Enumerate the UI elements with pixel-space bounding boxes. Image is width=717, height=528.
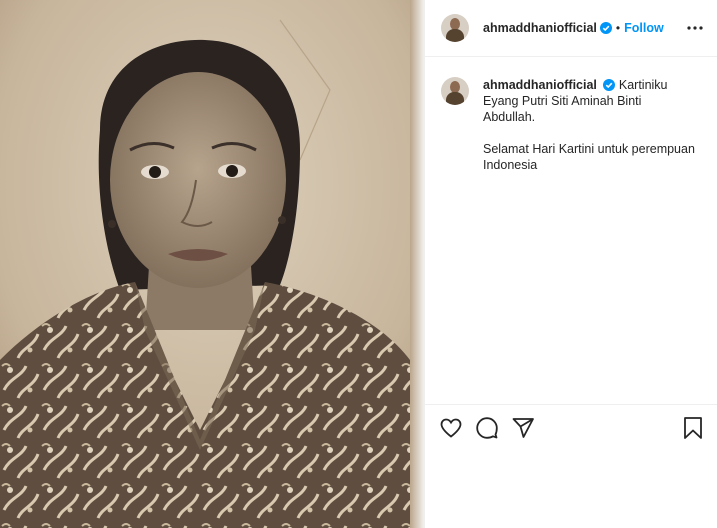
caption-username[interactable]: ahmaddhaniofficial (483, 78, 597, 92)
verified-badge-icon (603, 79, 616, 91)
photo-edge (410, 0, 424, 528)
post-caption: ahmaddhaniofficial Kartiniku Eyang Putri… (425, 57, 717, 173)
more-options-icon[interactable] (685, 18, 705, 38)
comment-icon[interactable] (475, 416, 499, 440)
instagram-post: ahmaddhaniofficial • Follow ahmaddhaniof… (0, 0, 717, 528)
caption-line-3: Abdullah. (483, 110, 536, 124)
post-actions-bar (425, 404, 717, 448)
header-username[interactable]: ahmaddhaniofficial (483, 21, 597, 35)
share-icon[interactable] (511, 416, 535, 440)
caption-body: ahmaddhaniofficial Kartiniku Eyang Putri… (483, 77, 701, 173)
caption-avatar[interactable] (441, 77, 469, 105)
post-sidebar: ahmaddhaniofficial • Follow ahmaddhaniof… (424, 0, 717, 528)
follow-button[interactable]: Follow (624, 21, 664, 35)
avatar[interactable] (441, 14, 469, 42)
caption-line-1: Kartiniku (618, 78, 668, 92)
vintage-portrait-image (0, 0, 424, 528)
separator-dot: • (615, 21, 621, 35)
bookmark-icon[interactable] (681, 416, 705, 440)
caption-line-2: Eyang Putri Siti Aminah Binti (483, 94, 642, 108)
caption-line-5: Indonesia (483, 158, 538, 172)
verified-badge-icon (599, 22, 612, 34)
caption-line-4: Selamat Hari Kartini untuk perempuan (483, 142, 695, 156)
heart-icon[interactable] (439, 416, 463, 440)
post-header: ahmaddhaniofficial • Follow (425, 0, 717, 57)
post-photo[interactable] (0, 0, 424, 528)
